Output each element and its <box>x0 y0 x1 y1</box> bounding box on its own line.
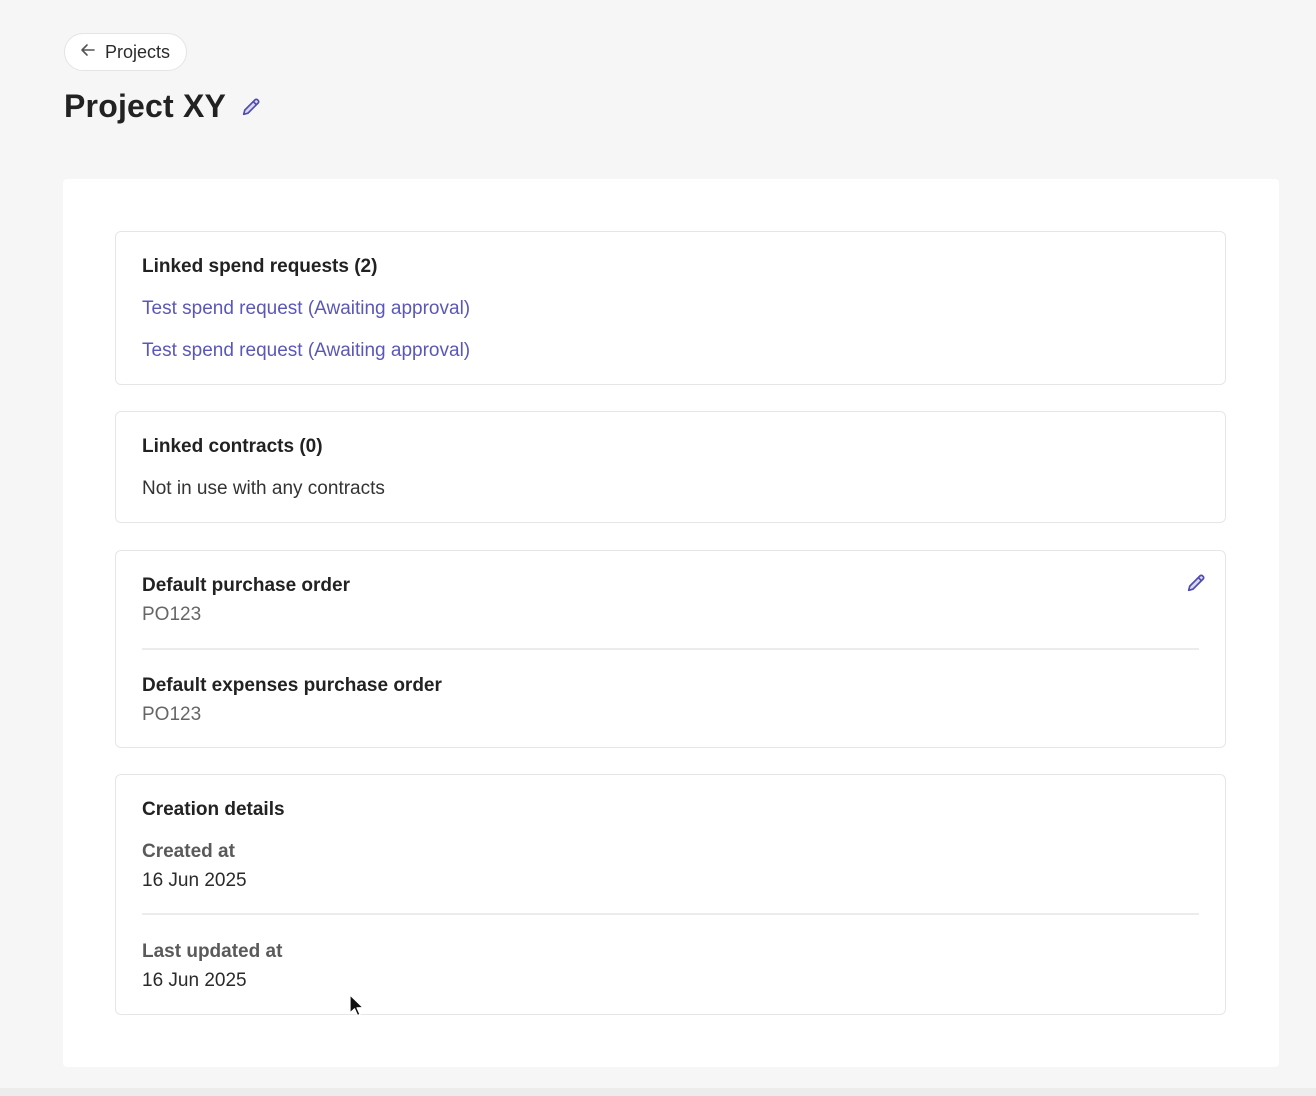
project-details-panel: Linked spend requests (2) Test spend req… <box>63 179 1279 1067</box>
back-button-label: Projects <box>105 41 171 62</box>
title-row: Project XY <box>64 88 262 125</box>
default-po-label: Default purchase order <box>142 575 350 596</box>
purchase-orders-card: Default purchase order PO123 Default exp… <box>115 550 1226 748</box>
linked-contracts-card: Linked contracts (0) Not in use with any… <box>115 411 1226 523</box>
divider <box>142 648 1199 650</box>
edit-title-pencil-icon[interactable] <box>240 96 262 118</box>
created-at-value: 16 Jun 2025 <box>142 870 247 891</box>
page-title: Project XY <box>64 88 227 124</box>
back-to-projects-button[interactable]: Projects <box>64 33 188 71</box>
last-updated-value: 16 Jun 2025 <box>142 970 247 991</box>
arrow-left-icon <box>79 41 97 64</box>
default-expenses-po-value: PO123 <box>142 704 202 725</box>
edit-purchase-orders-pencil-icon[interactable] <box>1185 572 1207 594</box>
linked-spend-requests-card: Linked spend requests (2) Test spend req… <box>115 231 1226 385</box>
divider <box>142 913 1199 915</box>
creation-details-title: Creation details <box>142 799 285 820</box>
default-expenses-po-label: Default expenses purchase order <box>142 675 442 696</box>
bottom-scroll-edge <box>0 1088 1316 1096</box>
contracts-empty-text: Not in use with any contracts <box>142 478 385 499</box>
creation-details-card: Creation details Created at 16 Jun 2025 … <box>115 774 1226 1015</box>
spend-request-link[interactable]: Test spend request (Awaiting approval) <box>142 298 470 320</box>
spend-request-link[interactable]: Test spend request (Awaiting approval) <box>142 340 470 362</box>
cursor-icon <box>348 994 364 1018</box>
created-at-label: Created at <box>142 841 235 862</box>
last-updated-label: Last updated at <box>142 941 283 962</box>
contracts-title: Linked contracts (0) <box>142 436 323 457</box>
default-po-value: PO123 <box>142 604 202 625</box>
spend-requests-title: Linked spend requests (2) <box>142 256 378 277</box>
